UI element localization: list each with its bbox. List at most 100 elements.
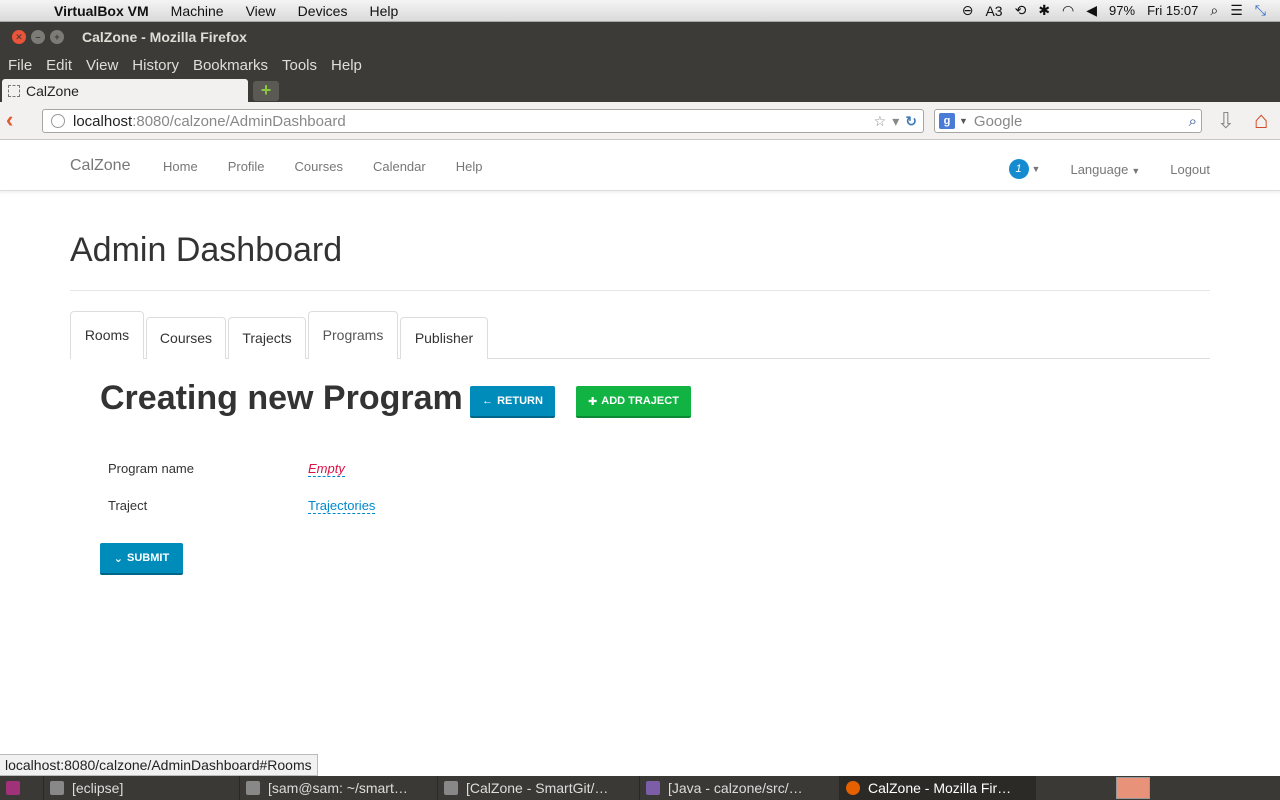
tab-courses[interactable]: Courses [146, 317, 226, 359]
google-engine-icon[interactable]: g [939, 113, 955, 129]
new-tab-button[interactable]: + [253, 81, 279, 101]
app-nav-links: Home Profile Courses Calendar Help [163, 159, 482, 174]
program-name-label: Program name [108, 461, 194, 476]
browser-tab-calzone[interactable]: CalZone [2, 79, 248, 102]
notification-badge: 1 [1008, 159, 1029, 179]
nav-profile[interactable]: Profile [228, 159, 265, 174]
taskbar-label: [CalZone - SmartGit/… [466, 780, 609, 796]
program-name-editable[interactable]: Empty [308, 461, 345, 477]
notifications-dropdown[interactable]: 1 ▼ [1008, 159, 1041, 179]
mac-menu-machine[interactable]: Machine [171, 3, 224, 19]
download-icon[interactable]: ⇩ [1214, 110, 1238, 134]
mac-status-area: ⊖ A3 ⟲ ✱ ◠ ◀ 97% Fri 15:07 ⌕ ☰ ⤡ [962, 2, 1266, 19]
terminal-icon [246, 781, 260, 795]
language-dropdown[interactable]: Language ▼ [1070, 162, 1140, 177]
reload-icon[interactable]: ↻ [905, 113, 917, 130]
return-label: RETURN [497, 395, 543, 407]
battery-percent[interactable]: 97% [1109, 3, 1135, 18]
tab-rooms[interactable]: Rooms [70, 311, 144, 359]
caret-down-icon: ▼ [1031, 164, 1041, 174]
url-dropdown-icon[interactable]: ▾ [892, 113, 899, 130]
keyboard-count: 3 [994, 2, 1003, 19]
taskbar-item-firefox[interactable]: CalZone - Mozilla Fir… [840, 776, 1036, 800]
plus-icon: ✚ [588, 395, 598, 408]
mac-menu-view[interactable]: View [246, 3, 276, 19]
smartgit-icon [444, 781, 458, 795]
language-label: Language [1070, 161, 1129, 177]
mac-menu-bar: VirtualBox VM Machine View Devices Help … [0, 0, 1280, 22]
spotlight-search-icon[interactable]: ⌕ [1210, 2, 1218, 19]
url-host: localhost [73, 112, 133, 130]
mac-menu-help[interactable]: Help [369, 3, 398, 19]
taskbar-menu-icon[interactable] [0, 776, 44, 800]
search-icon[interactable]: ⌕ [1189, 113, 1197, 130]
eclipse-java-icon [646, 781, 660, 795]
browser-tabbar: CalZone + [0, 78, 1280, 102]
search-placeholder: Google [973, 112, 1023, 130]
menu-history[interactable]: History [132, 57, 179, 74]
volume-icon[interactable]: ◀ [1086, 2, 1097, 19]
return-button[interactable]: ← RETURN [470, 386, 555, 418]
taskbar-item-smartgit[interactable]: [CalZone - SmartGit/… [438, 776, 640, 800]
window-close-icon[interactable]: ✕ [12, 30, 26, 44]
tab-programs[interactable]: Programs [308, 311, 398, 359]
tab-publisher[interactable]: Publisher [400, 317, 488, 359]
status-link-preview: localhost:8080/calzone/AdminDashboard#Ro… [0, 754, 318, 776]
url-bar[interactable]: localhost :8080/calzone/AdminDashboard ☆… [42, 109, 924, 133]
fullscreen-icon[interactable]: ⤡ [1255, 2, 1266, 19]
app-navbar: CalZone Home Profile Courses Calendar He… [0, 141, 1280, 191]
menu-file[interactable]: File [8, 57, 32, 74]
eclipse-icon [50, 781, 64, 795]
traject-label: Traject [108, 498, 148, 513]
taskbar: [eclipse] [sam@sam: ~/smart… [CalZone - … [0, 776, 1280, 800]
window-minimize-icon[interactable]: – [31, 30, 45, 44]
arrow-left-icon: ← [482, 395, 494, 407]
mac-menu-devices[interactable]: Devices [298, 3, 348, 19]
logout-link[interactable]: Logout [1170, 162, 1210, 177]
notification-list-icon[interactable]: ☰ [1230, 2, 1243, 19]
taskbar-item-java[interactable]: [Java - calzone/src/… [640, 776, 840, 800]
engine-dropdown-icon[interactable]: ▼ [959, 116, 968, 126]
favicon-icon [8, 84, 20, 97]
menu-bookmarks[interactable]: Bookmarks [193, 57, 268, 74]
clock[interactable]: Fri 15:07 [1147, 3, 1198, 18]
chevron-down-icon: ⌄ [113, 552, 124, 565]
menu-help[interactable]: Help [331, 57, 362, 74]
bluetooth-icon[interactable]: ✱ [1038, 2, 1050, 19]
nav-calendar[interactable]: Calendar [373, 159, 426, 174]
browser-toolbar: ‹ localhost :8080/calzone/AdminDashboard… [0, 102, 1280, 140]
menu-view[interactable]: View [86, 57, 118, 74]
section-title: Creating new Program [100, 379, 463, 417]
browser-tab-label: CalZone [26, 82, 79, 99]
submit-button[interactable]: ⌄ SUBMIT [100, 543, 183, 575]
nav-courses[interactable]: Courses [295, 159, 343, 174]
time-machine-icon[interactable]: ⟲ [1015, 2, 1027, 19]
taskbar-tray-firefox-icon[interactable] [1116, 777, 1150, 799]
menu-tools[interactable]: Tools [282, 57, 317, 74]
nav-help[interactable]: Help [456, 159, 483, 174]
home-icon[interactable]: ⌂ [1248, 109, 1274, 135]
screen: VirtualBox VM Machine View Devices Help … [0, 0, 1280, 800]
keyboard-icon[interactable]: A3 [985, 3, 1002, 19]
back-arrow-icon[interactable]: ‹ [6, 109, 28, 132]
caret-down-icon: ▼ [1131, 165, 1141, 176]
mac-app-name[interactable]: VirtualBox VM [54, 3, 149, 19]
add-traject-button[interactable]: ✚ ADD TRAJECT [576, 386, 691, 418]
wifi-icon[interactable]: ◠ [1062, 2, 1074, 19]
taskbar-item-eclipse[interactable]: [eclipse] [44, 776, 240, 800]
page-title: Admin Dashboard [70, 231, 343, 269]
nav-home[interactable]: Home [163, 159, 198, 174]
traject-editable[interactable]: Trajectories [308, 498, 376, 514]
sync-icon[interactable]: ⊖ [962, 2, 974, 19]
taskbar-label: [Java - calzone/src/… [668, 780, 803, 796]
url-actions: ☆ ▾ ↻ [874, 113, 917, 130]
taskbar-item-terminal[interactable]: [sam@sam: ~/smart… [240, 776, 438, 800]
firefox-menubar: File Edit View History Bookmarks Tools H… [0, 52, 1280, 78]
menu-edit[interactable]: Edit [46, 57, 72, 74]
bookmark-star-icon[interactable]: ☆ [874, 113, 887, 130]
app-brand[interactable]: CalZone [70, 157, 130, 175]
firefox-icon [846, 781, 860, 795]
tab-trajects[interactable]: Trajects [228, 317, 306, 359]
window-maximize-icon[interactable]: + [50, 30, 64, 44]
search-bar[interactable]: g ▼ Google ⌕ [934, 109, 1202, 133]
